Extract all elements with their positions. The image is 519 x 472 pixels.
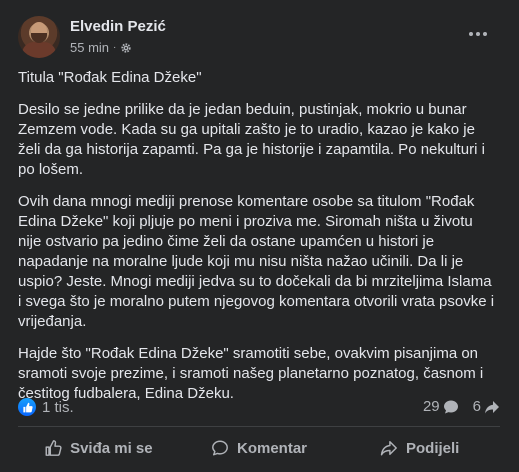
meta-separator: · bbox=[113, 42, 117, 53]
gear-icon bbox=[121, 42, 132, 53]
comment-icon bbox=[443, 400, 458, 413]
comment-button[interactable]: Komentar bbox=[179, 430, 340, 466]
post-card: Elvedin Pezić 55 min · Titula "Rođak Edi… bbox=[0, 0, 519, 472]
post-paragraph: Titula "Rođak Edina Džeke" bbox=[18, 69, 202, 86]
divider bbox=[18, 426, 500, 427]
avatar[interactable] bbox=[18, 16, 60, 58]
post-stats: 1 tis. 29 6 bbox=[18, 398, 500, 420]
post-time[interactable]: 55 min bbox=[70, 40, 109, 55]
post-content: Titula "Rođak Edina Džeke" Desilo se jed… bbox=[18, 68, 498, 416]
comment-icon bbox=[212, 440, 228, 456]
post-meta: 55 min · bbox=[70, 40, 132, 55]
author-name[interactable]: Elvedin Pezić bbox=[70, 18, 166, 35]
share-button-label: Podijeli bbox=[406, 439, 460, 457]
action-bar: Sviđa mi se Komentar Podijeli bbox=[18, 430, 500, 466]
post-header: Elvedin Pezić 55 min · bbox=[18, 16, 498, 60]
more-options-icon[interactable] bbox=[466, 24, 490, 44]
comments-count-value: 29 bbox=[422, 398, 440, 415]
share-button[interactable]: Podijeli bbox=[339, 430, 500, 466]
comments-count[interactable]: 29 bbox=[423, 398, 459, 415]
share-icon bbox=[380, 440, 397, 456]
shares-count[interactable]: 6 bbox=[473, 398, 500, 415]
post-paragraph: Desilo se jedne prilike da je jedan bedu… bbox=[18, 101, 485, 178]
likes-count: 1 tis. bbox=[42, 398, 74, 416]
post-paragraph: Hajde što "Rođak Edina Džeke" sramotiti … bbox=[18, 345, 484, 402]
post-paragraph: Ovih dana mnogi mediji prenose komentare… bbox=[18, 193, 495, 330]
comment-button-label: Komentar bbox=[237, 439, 308, 457]
like-badge-icon bbox=[18, 398, 36, 416]
like-button-label: Sviđa mi se bbox=[70, 439, 153, 457]
like-button[interactable]: Sviđa mi se bbox=[18, 430, 179, 466]
thumbs-up-icon bbox=[45, 440, 62, 456]
reactions-summary[interactable]: 1 tis. bbox=[18, 398, 74, 416]
share-icon bbox=[485, 400, 499, 413]
engagement-counts: 29 6 bbox=[423, 398, 500, 415]
shares-count-value: 6 bbox=[472, 398, 481, 415]
